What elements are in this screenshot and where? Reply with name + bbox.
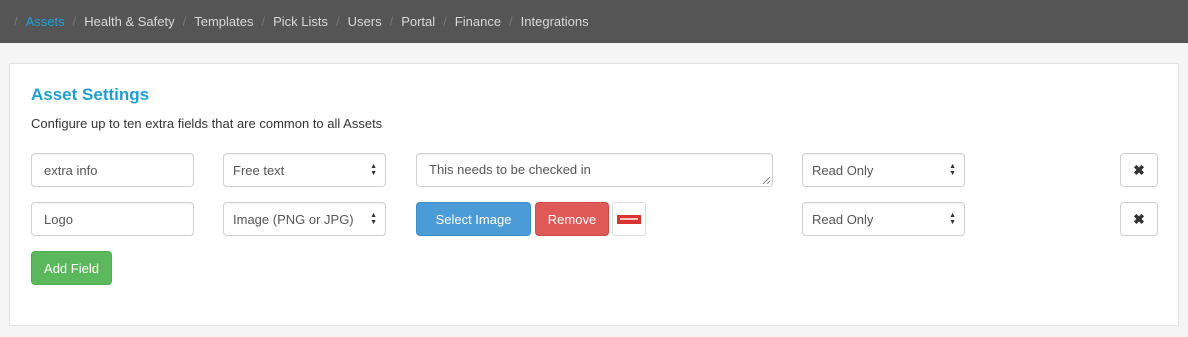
breadcrumb-separator: / (389, 14, 394, 29)
access-select[interactable]: Read Only ▲ ▼ (802, 202, 965, 236)
logo-image (617, 214, 641, 224)
panel-title: Asset Settings (31, 85, 150, 104)
access-select[interactable]: Read Only ▲ ▼ (802, 153, 965, 187)
nav-item-health-safety[interactable]: Health & Safety (84, 14, 174, 29)
nav-item-portal[interactable]: Portal (401, 14, 435, 29)
nav-item-templates[interactable]: Templates (194, 14, 253, 29)
breadcrumb-separator: / (336, 14, 340, 29)
remove-field-button[interactable]: ✖ (1120, 153, 1158, 187)
nav-item-pick-lists[interactable]: Pick Lists (273, 14, 328, 29)
times-icon: ✖ (1133, 210, 1145, 227)
remove-field-button[interactable]: ✖ (1120, 202, 1158, 236)
breadcrumb-separator: / (509, 14, 513, 29)
access-value: Read Only (812, 162, 874, 178)
nav-item-integrations[interactable]: Integrations (521, 14, 589, 29)
select-arrows-icon: ▲ ▼ (370, 163, 377, 177)
breadcrumb-separator: / (261, 14, 266, 29)
field-type-select[interactable]: Image (PNG or JPG) ▲ ▼ (223, 202, 386, 236)
field-type-select[interactable]: Free text ▲ ▼ (223, 153, 386, 187)
access-value: Read Only (812, 211, 874, 227)
field-name-input[interactable]: Logo (31, 202, 194, 236)
times-icon: ✖ (1133, 161, 1145, 178)
field-type-value: Free text (233, 162, 285, 178)
breadcrumb-separator: / (182, 14, 187, 29)
default-value-text: This needs to be checked in (429, 162, 591, 177)
breadcrumb-separator: / (14, 14, 18, 29)
select-arrows-icon: ▲ ▼ (370, 212, 377, 226)
add-field-button[interactable]: Add Field (31, 251, 112, 285)
nav-item-finance[interactable]: Finance (455, 14, 501, 29)
default-value-textarea[interactable]: This needs to be checked in (416, 153, 773, 187)
breadcrumb-separator: / (72, 14, 77, 29)
breadcrumb-separator: / (443, 14, 447, 29)
asset-settings-panel: Asset Settings Configure up to ten extra… (9, 63, 1179, 326)
resize-grip-icon[interactable] (762, 176, 770, 184)
select-arrows-icon: ▲ ▼ (949, 212, 956, 226)
select-image-button[interactable]: Select Image (416, 202, 531, 236)
nav-item-users[interactable]: Users (348, 14, 382, 29)
nav-item-assets[interactable]: Assets (26, 14, 65, 29)
select-arrows-icon: ▲ ▼ (949, 163, 956, 177)
field-name-input[interactable]: extra info (31, 153, 194, 187)
remove-image-button[interactable]: Remove (535, 202, 609, 236)
top-navigation: / Assets / Health & Safety / Templates /… (0, 0, 1188, 43)
field-type-value: Image (PNG or JPG) (233, 211, 354, 227)
panel-description: Configure up to ten extra fields that ar… (31, 116, 383, 131)
logo-thumbnail[interactable] (612, 202, 646, 236)
